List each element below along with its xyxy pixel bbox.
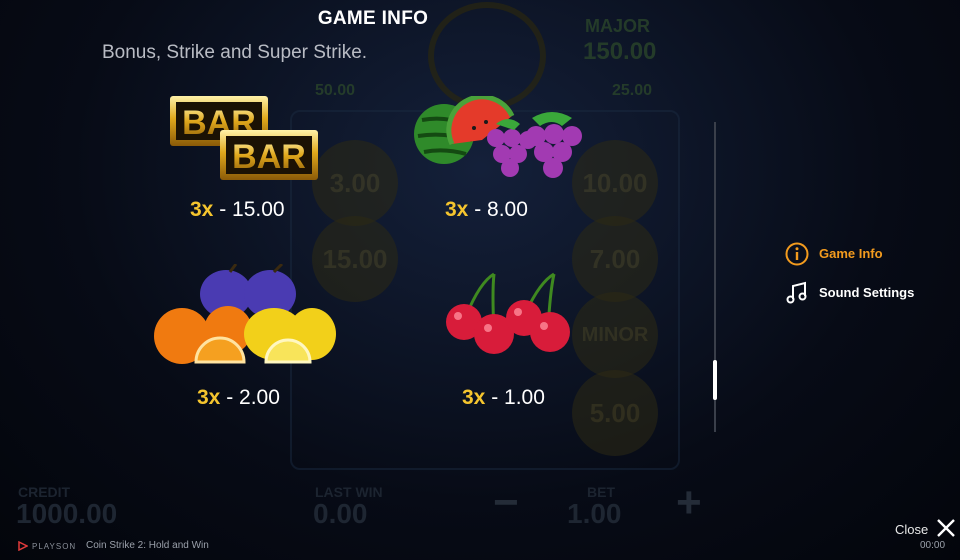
music-note-icon — [784, 280, 809, 305]
minor-jackpot-value: 25.00 — [612, 82, 653, 99]
paytable-payout: 3x - 15.00 — [190, 198, 285, 222]
bg-coin: 3.00 — [312, 140, 398, 226]
payout-value: - 1.00 — [485, 386, 545, 409]
watermelon-grapes-symbol — [414, 96, 582, 178]
major-jackpot-value: 150.00 — [583, 38, 657, 65]
playson-logo: PLAYSON — [18, 541, 76, 551]
menu-item-label: Game Info — [819, 246, 883, 261]
last-win-value: 0.00 — [313, 498, 368, 529]
game-name: Coin Strike 2: Hold and Win — [86, 540, 209, 551]
credit-value: 1000.00 — [16, 498, 118, 529]
playson-logo-icon — [18, 541, 28, 551]
close-label: Close — [895, 522, 929, 537]
page-title: GAME INFO — [317, 8, 429, 29]
bar-bar-symbol: BAR BAR — [170, 96, 318, 180]
info-icon — [784, 241, 809, 266]
bg-coin: 7.00 — [572, 216, 658, 302]
multiplier: 3x — [445, 198, 469, 221]
paytable-payout: 3x - 8.00 — [445, 198, 528, 222]
payout-value: - 15.00 — [213, 198, 285, 221]
scrollbar-thumb[interactable] — [713, 360, 717, 400]
clock: 00:00 — [920, 540, 946, 551]
bg-coin: 5.00 — [572, 370, 658, 456]
subtitle: Bonus, Strike and Super Strike. — [102, 42, 368, 63]
bet-plus-button: + — [676, 478, 702, 527]
bg-coin: MINOR — [572, 292, 658, 378]
mini-jackpot-value: 50.00 — [315, 82, 356, 99]
bet-minus-button: − — [493, 478, 519, 527]
bar-text: BAR — [232, 138, 306, 176]
brand-name: PLAYSON — [32, 541, 77, 551]
paytable-payout: 3x - 1.00 — [462, 386, 545, 410]
menu-item-sound-settings[interactable]: Sound Settings — [784, 280, 914, 305]
multiplier: 3x — [190, 198, 214, 221]
menu-item-label: Sound Settings — [819, 285, 915, 300]
bet-value: 1.00 — [567, 498, 622, 529]
paytable-payout: 3x - 2.00 — [197, 386, 280, 410]
close-button[interactable]: Close — [895, 518, 956, 541]
cherries-symbol — [446, 272, 570, 354]
multiplier: 3x — [462, 386, 486, 409]
multiplier: 3x — [197, 386, 221, 409]
close-icon — [936, 518, 956, 541]
payout-value: - 2.00 — [220, 386, 280, 409]
payout-value: - 8.00 — [468, 198, 528, 221]
citrus-plums-symbol — [154, 264, 336, 364]
menu-item-game-info[interactable]: Game Info — [784, 241, 883, 266]
